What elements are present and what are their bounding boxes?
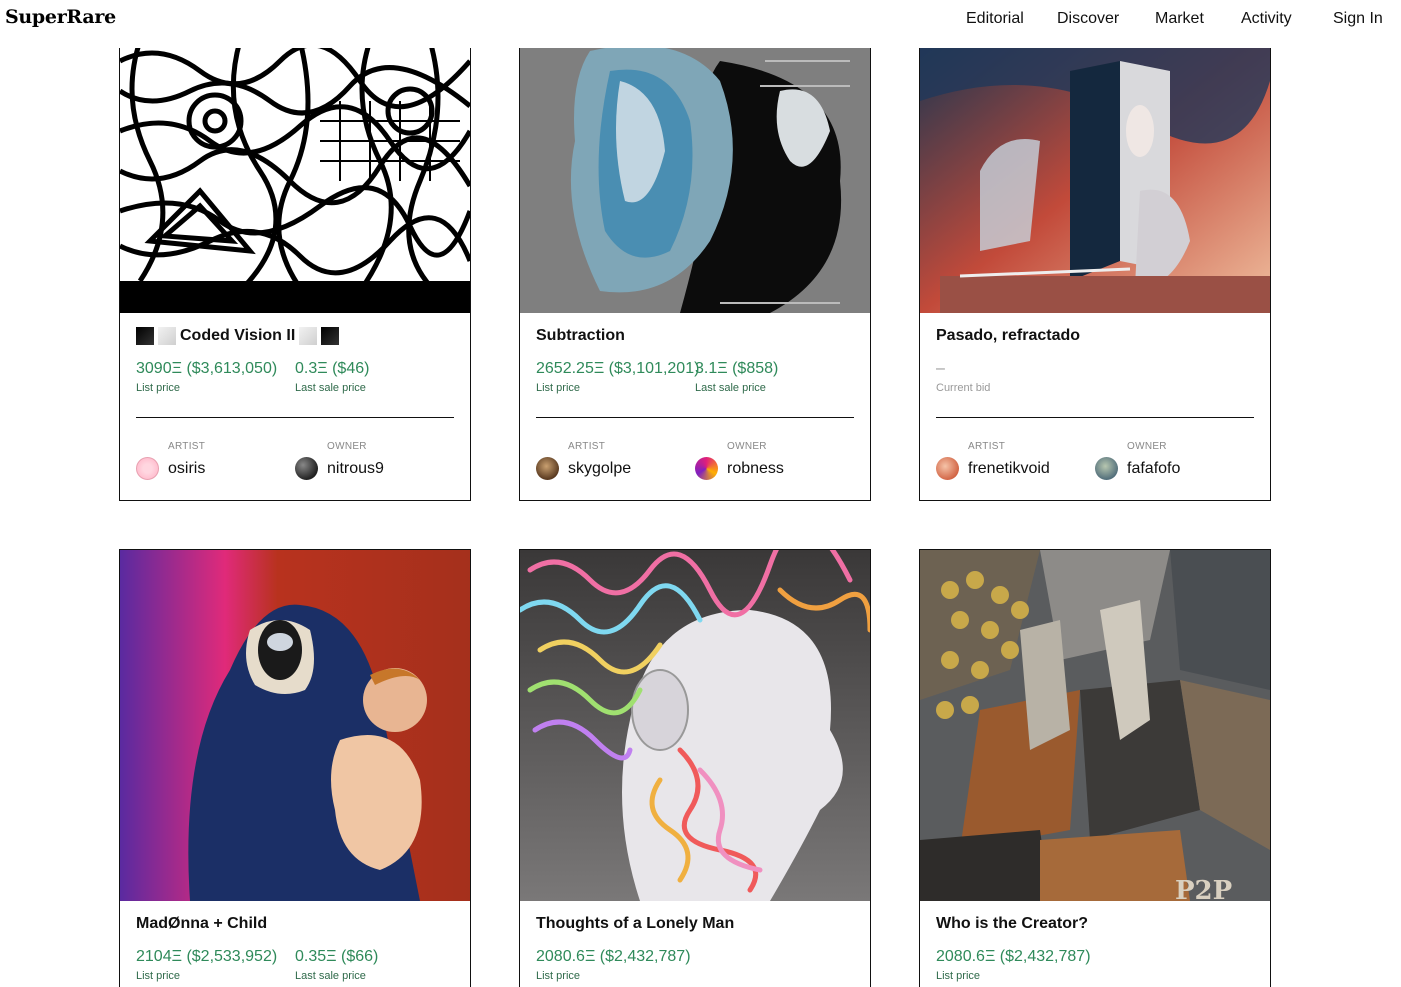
artwork-card[interactable]: MadØnna + Child 2104Ξ ($2,533,952) List … [119, 549, 471, 987]
owner-link[interactable]: nitrous9 [295, 457, 384, 480]
artwork-title[interactable]: Coded Vision II [136, 327, 340, 345]
card-info: Thoughts of a Lonely Man 2080.6Ξ ($2,432… [520, 901, 870, 987]
artist-link[interactable]: osiris [136, 457, 205, 480]
last-sale-price: 0.35Ξ ($66) [295, 948, 379, 965]
artwork-image-who-is-the-creator: P2P [920, 550, 1270, 901]
artwork-image[interactable]: P2P [920, 550, 1270, 901]
artwork-image-madonna-child [120, 550, 470, 901]
artwork-image[interactable] [520, 550, 870, 901]
artwork-image[interactable] [920, 41, 1270, 313]
owner-label: OWNER [727, 441, 767, 452]
decor-square-icon [158, 327, 176, 345]
owner-name: nitrous9 [327, 459, 384, 477]
artist-name: osiris [168, 459, 206, 477]
artwork-card[interactable]: P2P Who is the Creator? 2080.6Ξ ($2,432,… [919, 549, 1271, 987]
artwork-title[interactable]: Pasado, refractado [936, 327, 1080, 345]
nav-market[interactable]: Market [1155, 10, 1204, 28]
artwork-card[interactable]: Subtraction 2652.25Ξ ($3,101,201) List p… [519, 40, 871, 501]
card-info: Coded Vision II 3090Ξ ($3,613,050) List … [120, 313, 470, 500]
artwork-card[interactable]: Coded Vision II 3090Ξ ($3,613,050) List … [119, 40, 471, 501]
artist-label: ARTIST [568, 441, 606, 452]
card-info: Subtraction 2652.25Ξ ($3,101,201) List p… [520, 313, 870, 500]
owner-label: OWNER [1127, 441, 1167, 452]
artist-label: ARTIST [168, 441, 206, 452]
nav-editorial[interactable]: Editorial [966, 10, 1024, 28]
last-sale-price-label: Last sale price [295, 970, 366, 982]
artwork-title[interactable]: Who is the Creator? [936, 915, 1088, 933]
list-price: 3090Ξ ($3,613,050) [136, 360, 278, 377]
nav-sign-in[interactable]: Sign In [1333, 10, 1383, 28]
owner-name: robness [727, 459, 784, 477]
avatar [295, 457, 318, 480]
avatar [136, 457, 159, 480]
artist-link[interactable]: skygolpe [536, 457, 631, 480]
artwork-image[interactable] [120, 550, 470, 901]
nav-discover[interactable]: Discover [1057, 10, 1119, 28]
decor-square-icon [299, 327, 318, 345]
list-price-label: List price [936, 970, 981, 982]
list-price: 2080.6Ξ ($2,432,787) [536, 948, 691, 965]
decor-square-icon [321, 327, 340, 345]
list-price: 2104Ξ ($2,533,952) [136, 948, 278, 965]
nav-activity[interactable]: Activity [1241, 10, 1292, 28]
avatar [1095, 457, 1118, 480]
artwork-image[interactable] [520, 41, 870, 313]
artist-label: ARTIST [968, 441, 1006, 452]
art-watermark-text: P2P [1175, 876, 1232, 901]
artwork-image[interactable] [120, 41, 470, 313]
list-price-label: List price [536, 382, 581, 394]
last-sale-price-label: Last sale price [695, 382, 766, 394]
artwork-card[interactable]: Thoughts of a Lonely Man 2080.6Ξ ($2,432… [519, 549, 871, 987]
artwork-image-thoughts-lonely-man [520, 550, 870, 901]
list-price-label: List price [136, 970, 181, 982]
card-info: Pasado, refractado – Current bid ARTIST … [920, 313, 1270, 500]
list-price-label: List price [136, 382, 181, 394]
avatar [695, 457, 718, 480]
avatar [936, 457, 959, 480]
owner-name: fafafofo [1127, 459, 1181, 477]
artwork-title[interactable]: Subtraction [536, 327, 625, 345]
owner-link[interactable]: robness [695, 457, 784, 480]
last-sale-price: 0.3Ξ ($46) [295, 360, 370, 377]
list-price: 2652.25Ξ ($3,101,201) [536, 360, 700, 377]
owner-link[interactable]: fafafofo [1095, 457, 1180, 480]
last-sale-price: 3.1Ξ ($858) [695, 360, 779, 377]
list-price: 2080.6Ξ ($2,432,787) [936, 948, 1091, 965]
artist-name: frenetikvoid [968, 459, 1050, 477]
current-bid: – [936, 360, 945, 377]
divider [136, 417, 454, 418]
artwork-card[interactable]: Pasado, refractado – Current bid ARTIST … [919, 40, 1271, 501]
divider [936, 417, 1254, 418]
list-price-label: List price [536, 970, 581, 982]
artwork-title-text: Coded Vision II [180, 327, 296, 344]
owner-label: OWNER [327, 441, 367, 452]
current-bid-label: Current bid [936, 382, 991, 394]
last-sale-price-label: Last sale price [295, 382, 366, 394]
artist-link[interactable]: frenetikvoid [936, 457, 1050, 480]
artwork-image-subtraction [520, 41, 870, 313]
divider [536, 417, 854, 418]
avatar [536, 457, 559, 480]
artwork-title[interactable]: MadØnna + Child [136, 915, 267, 933]
top-navigation-bar: SuperRare Editorial Discover Market Acti… [0, 0, 1401, 48]
superrare-logo[interactable]: SuperRare [5, 6, 116, 28]
decor-square-icon [136, 327, 154, 345]
artwork-image-pasado-refractado [920, 41, 1270, 313]
artist-name: skygolpe [568, 459, 632, 477]
artwork-image-coded-vision [120, 41, 470, 313]
card-info: Who is the Creator? 2080.6Ξ ($2,432,787)… [920, 901, 1270, 987]
artwork-title[interactable]: Thoughts of a Lonely Man [536, 915, 734, 933]
card-info: MadØnna + Child 2104Ξ ($2,533,952) List … [120, 901, 470, 987]
